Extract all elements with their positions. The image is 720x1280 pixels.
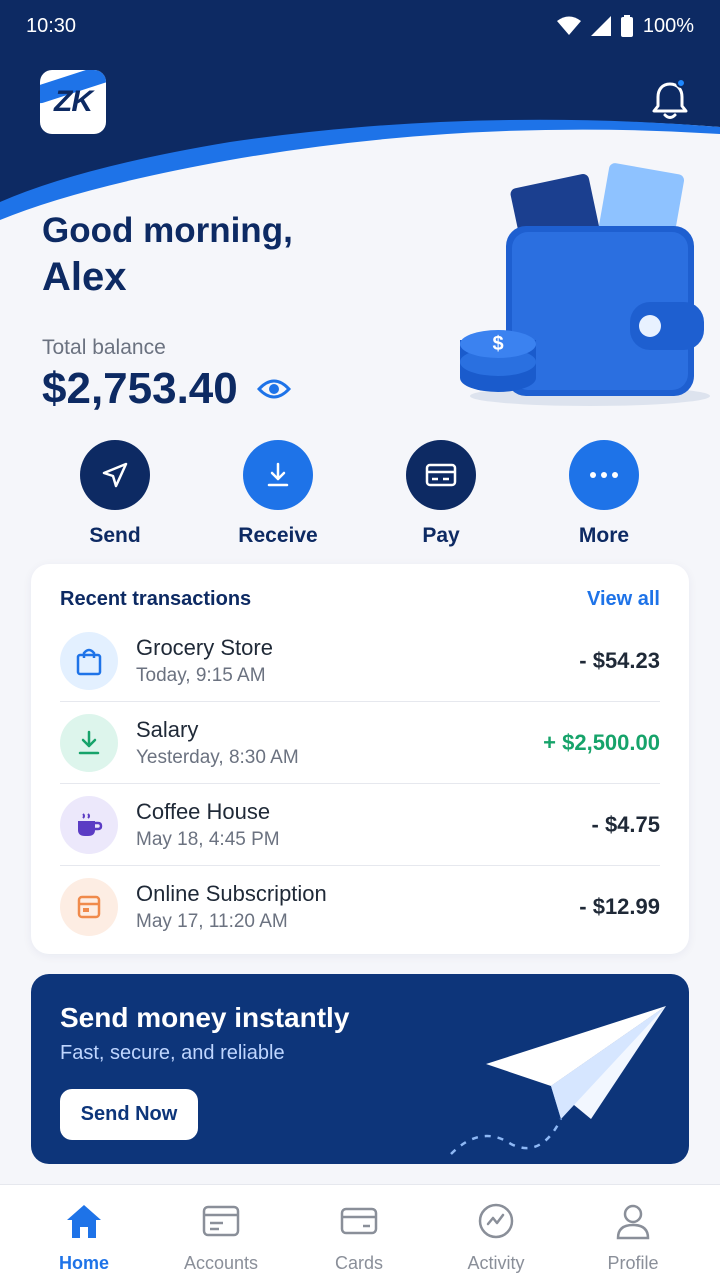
transaction-name: Online Subscription xyxy=(136,881,327,906)
transaction-name: Salary xyxy=(136,716,199,742)
send-now-button[interactable]: Send Now xyxy=(60,1089,198,1140)
paper-plane-illustration xyxy=(450,1006,666,1155)
nav-cards-label: Cards xyxy=(334,1253,383,1273)
send-icon xyxy=(102,462,128,488)
svg-text:$: $ xyxy=(492,333,503,355)
transaction-name: Grocery Store xyxy=(136,634,273,660)
receive-action-circle xyxy=(243,440,313,510)
card-icon xyxy=(425,463,457,487)
more-action-circle xyxy=(569,440,639,510)
notification-bell-button[interactable] xyxy=(648,78,692,122)
quick-actions: Send Receive Pay More xyxy=(0,440,720,550)
nav-accounts-label: Accounts xyxy=(183,1253,259,1273)
wallet-illustration: $ xyxy=(460,163,710,406)
receive-action-button[interactable]: Receive xyxy=(208,440,348,548)
pay-label: Pay xyxy=(422,524,460,547)
balance-value: $2,753.40 xyxy=(42,364,238,413)
transaction-time: Today, 9:15 AM xyxy=(136,664,266,686)
transaction-text: Grocery Store Today, 9:15 AM xyxy=(136,635,579,687)
transaction-text: Coffee House May 18, 4:45 PM xyxy=(136,799,592,851)
nav-home-label: Home xyxy=(58,1253,109,1273)
download-icon xyxy=(78,730,100,754)
greeting-line: Good morning, xyxy=(42,211,293,250)
notification-dot xyxy=(676,78,686,88)
battery-icon xyxy=(620,15,633,37)
transaction-time: May 17, 11:20 AM xyxy=(136,911,288,932)
coffee-icon xyxy=(78,812,103,836)
shopping-bag-icon xyxy=(76,648,102,675)
more-dots-icon xyxy=(590,472,618,478)
subscription-icon xyxy=(77,895,101,919)
accounts-icon xyxy=(199,1199,243,1243)
status-bar: 10:30 100% xyxy=(0,0,720,52)
greeting: Good morning, Alex xyxy=(42,208,293,300)
balance-row: $2,753.40 xyxy=(42,364,292,414)
status-icons: 100% xyxy=(556,14,694,38)
transaction-row[interactable]: Online Subscription May 17, 11:20 AM - $… xyxy=(60,866,660,948)
wifi-icon xyxy=(556,16,581,35)
view-all-link[interactable]: View all xyxy=(587,588,660,611)
nav-activity[interactable]: Activity xyxy=(436,1199,556,1274)
signal-icon xyxy=(590,16,611,36)
home-icon xyxy=(62,1199,106,1243)
nav-activity-label: Activity xyxy=(467,1253,525,1273)
transaction-row[interactable]: Salary Yesterday, 8:30 AM + $2,500.00 xyxy=(60,702,660,784)
transaction-icon xyxy=(60,713,118,772)
transactions-title: Recent transactions xyxy=(60,588,252,610)
send-money-promo: Send money instantly Fast, secure, and r… xyxy=(31,974,689,1164)
app-logo: ZK xyxy=(40,70,106,134)
transaction-amount: + $2,500.00 xyxy=(543,729,660,755)
cards-icon xyxy=(337,1199,381,1243)
nav-cards[interactable]: Cards xyxy=(299,1199,419,1274)
receive-label: Receive xyxy=(238,524,318,547)
transaction-text: Online Subscription May 17, 11:20 AM xyxy=(136,881,579,933)
pay-action-circle xyxy=(406,440,476,510)
activity-icon xyxy=(474,1199,518,1243)
nav-accounts[interactable]: Accounts xyxy=(161,1199,281,1274)
logo-text: ZK xyxy=(54,85,93,118)
transaction-name: Coffee House xyxy=(136,798,271,824)
transaction-amount: - $54.23 xyxy=(579,647,660,673)
promo-title: Send money instantly xyxy=(60,1002,350,1033)
status-time: 10:30 xyxy=(26,14,77,37)
promo-subtitle: Fast, secure, and reliable xyxy=(60,1042,285,1064)
send-label: Send xyxy=(89,524,141,547)
transaction-time: May 18, 4:45 PM xyxy=(136,828,280,850)
recent-transactions-card: Recent transactions View all Grocery Sto… xyxy=(31,564,689,954)
transaction-icon xyxy=(60,878,118,936)
eye-icon xyxy=(256,379,291,399)
toggle-balance-visibility-button[interactable] xyxy=(256,371,292,407)
profile-icon xyxy=(611,1199,655,1243)
transaction-amount: - $4.75 xyxy=(591,811,661,837)
battery-percent: 100% xyxy=(642,14,694,37)
nav-profile-label: Profile xyxy=(607,1253,659,1273)
transaction-amount: - $12.99 xyxy=(579,894,660,919)
more-label: More xyxy=(578,524,630,547)
send-action-circle xyxy=(80,440,150,510)
bottom-navigation: Home Accounts Cards Activity Profile xyxy=(0,1184,720,1280)
transaction-icon xyxy=(60,795,118,854)
nav-home[interactable]: Home xyxy=(24,1199,144,1274)
transaction-icon xyxy=(60,631,118,690)
more-action-button[interactable]: More xyxy=(534,440,674,548)
user-name: Alex xyxy=(42,255,127,299)
transaction-time: Yesterday, 8:30 AM xyxy=(136,746,299,768)
transaction-text: Salary Yesterday, 8:30 AM xyxy=(136,717,543,769)
download-icon xyxy=(267,462,289,487)
nav-profile[interactable]: Profile xyxy=(573,1199,693,1274)
transaction-row[interactable]: Coffee House May 18, 4:45 PM - $4.75 xyxy=(60,784,660,866)
send-action-button[interactable]: Send xyxy=(45,440,185,548)
pay-action-button[interactable]: Pay xyxy=(371,440,511,548)
transaction-row[interactable]: Grocery Store Today, 9:15 AM - $54.23 xyxy=(60,620,660,702)
balance-label: Total balance xyxy=(42,336,166,359)
